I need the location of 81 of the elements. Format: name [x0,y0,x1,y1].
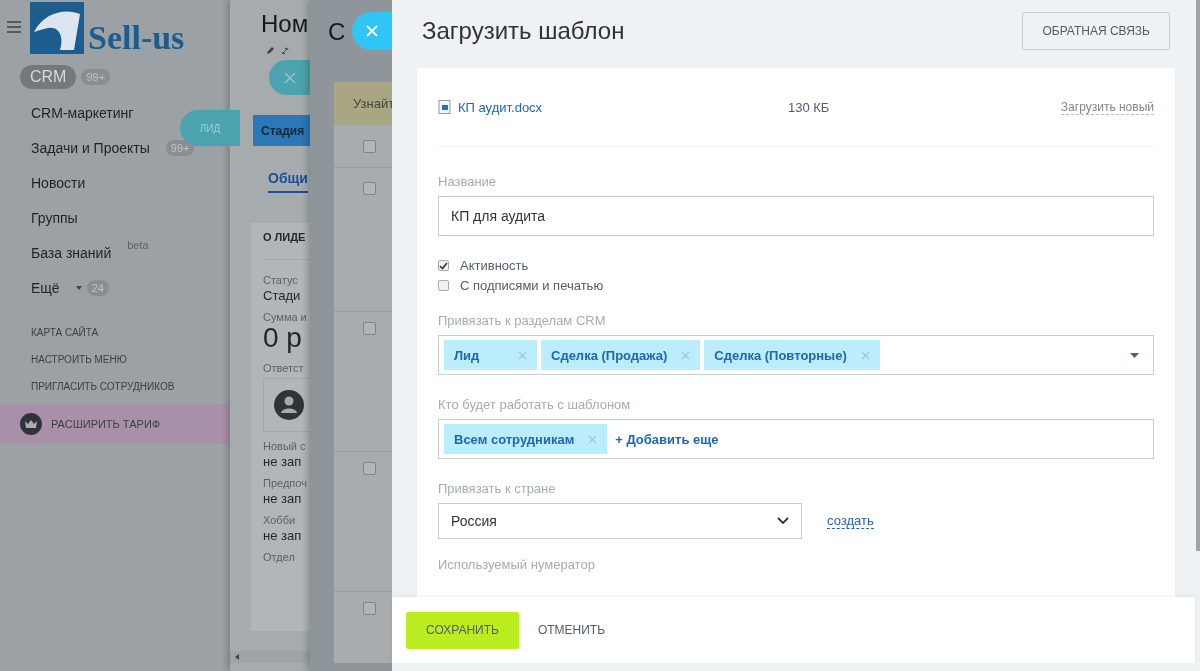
field-label: Статус [263,274,299,286]
menu-item[interactable]: Новости [20,174,97,191]
checkbox-label: С подписями и печатью [460,278,604,293]
scrollbar[interactable] [230,651,310,663]
close-button[interactable] [352,12,392,50]
create-link[interactable]: создать [827,513,874,529]
row-checkbox[interactable] [363,182,376,195]
link-icon[interactable] [280,46,290,56]
field-label: Отдел [263,550,296,563]
row-checkbox[interactable] [363,322,376,335]
field-label: Используемый нумератор [438,557,596,572]
slider-title: Загрузить шаблон [422,17,625,45]
field-label: Привязать к разделам CRM [438,313,607,328]
field-label: Сумма и [263,311,308,323]
field-label: Кто будет работать с шаблоном [438,397,632,412]
sidebar-link[interactable]: НАСТРОИТЬ МЕНЮ [31,354,230,365]
tab[interactable]: Общи [268,170,308,193]
avatar-icon [274,389,304,420]
notice-banner: Узнайт [334,82,392,125]
field-label: Привязать к стране [438,481,557,496]
remove-icon[interactable] [860,350,870,360]
remove-icon[interactable] [518,350,527,360]
checkbox[interactable] [438,280,449,291]
sidebar-link[interactable]: КАРТА САЙТА [31,327,230,338]
country-select[interactable]: Россия [438,503,802,539]
field-value: не зап [263,490,303,506]
users-selector[interactable]: Всем сотрудникам + Добавить еще [438,419,1154,459]
scrollbar[interactable] [1196,0,1200,551]
logo-text: Sell-us [88,21,185,55]
page-title: Ном [260,9,310,38]
stage-button[interactable]: Стадия [253,115,310,146]
scroll-left-icon[interactable] [235,654,239,660]
page-title: С [328,18,346,46]
menu-item[interactable]: Группы [20,209,89,226]
field-label: Хобби [263,513,297,526]
crown-icon [20,413,42,435]
tag-label: Сделка (Повторные) [714,347,847,363]
cancel-button[interactable]: ОТМЕНИТЬ [531,622,612,638]
file-size: 130 КБ [788,99,831,115]
upload-new-link[interactable]: Загрузить новый [1060,99,1154,115]
menu-item[interactable]: Ещё [20,279,71,296]
remove-icon[interactable] [681,350,691,360]
tag-label: Лид [454,347,481,363]
dropdown-caret-icon[interactable] [1130,353,1139,358]
feedback-button[interactable]: ОБРАТНАЯ СВЯЗЬ [1022,12,1170,50]
field-label: Ответст [263,361,305,374]
add-link[interactable]: + Добавить еще [615,431,719,447]
field-label: Название [438,174,498,189]
checkbox[interactable] [438,260,449,271]
menu-item[interactable]: Задачи и Проекты [20,139,161,156]
menu-icon[interactable] [6,20,22,34]
menu-item[interactable]: CRM [20,65,77,89]
upgrade-link[interactable]: РАСШИРИТЬ ТАРИФ [0,404,230,444]
row-checkbox[interactable] [363,139,376,153]
field-label: Предпоч [263,476,308,489]
remove-icon[interactable] [588,434,598,444]
chevron-down-icon [777,517,789,525]
menu-item[interactable]: CRM-маркетинг [20,104,145,121]
entity-tag: ЛИД [180,110,240,146]
checkbox-label: Активность [460,258,529,273]
row-checkbox[interactable] [363,462,376,475]
field-value: не зап [263,527,303,543]
tag-label: Всем сотрудникам [454,431,575,447]
close-icon [366,25,378,37]
field-label: Новый с [263,439,307,452]
file-link[interactable]: КП аудит.docx [458,99,543,115]
name-input[interactable]: КП для аудита [438,196,1154,236]
pencil-icon[interactable] [266,46,275,55]
close-icon [283,71,296,84]
save-button[interactable]: СОХРАНИТЬ [406,611,519,649]
menu-item[interactable]: База знаний [20,244,123,261]
tag-label: Сделка (Продажа) [551,347,668,363]
document-icon [438,100,452,114]
row-checkbox[interactable] [363,602,376,615]
beta-label: beta [127,239,149,251]
sidebar-link[interactable]: ПРИГЛАСИТЬ СОТРУДНИКОВ [31,381,230,392]
amount-value: 0 р [263,323,303,354]
crm-sections-selector[interactable]: Лид Сделка (Продажа) Сделка (Повторные) [438,335,1154,375]
caret-icon[interactable] [75,285,82,290]
field-value: не зап [263,453,303,469]
field-value: Стади [263,288,302,303]
